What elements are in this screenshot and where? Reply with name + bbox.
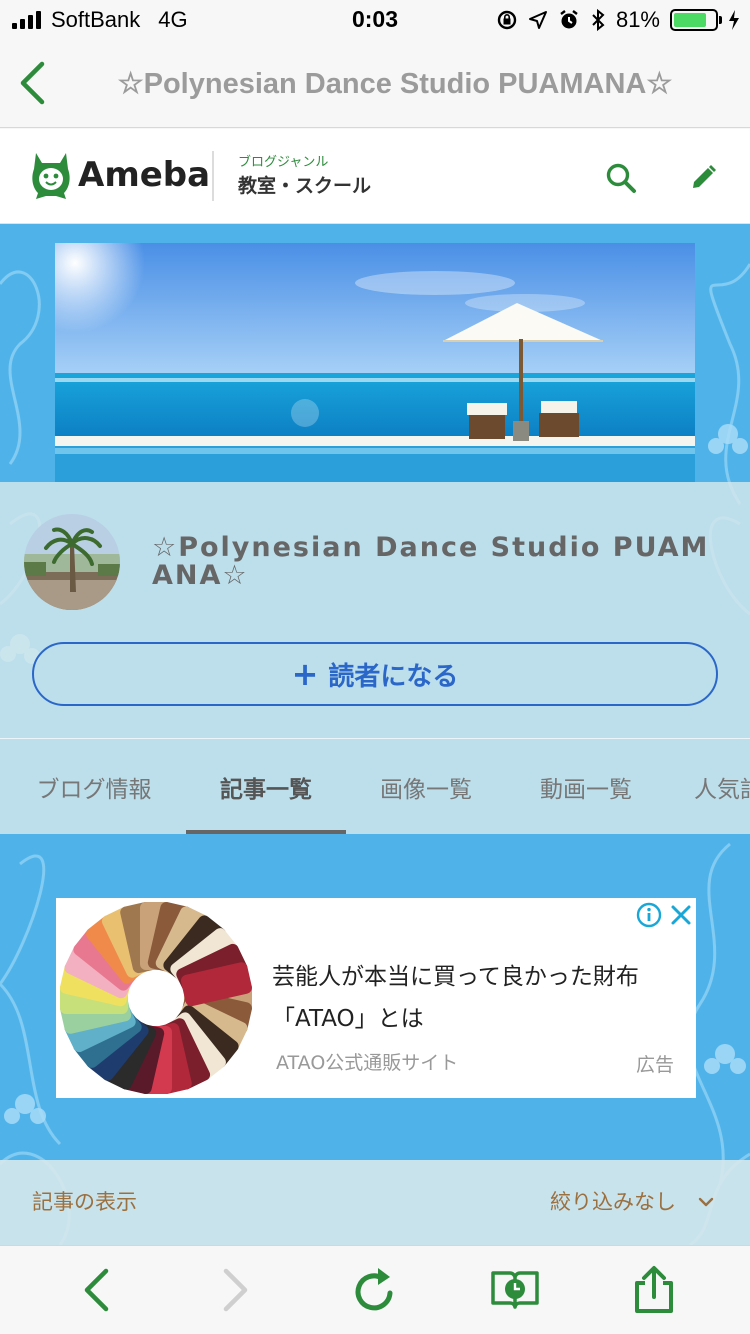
blog-title: ☆Polynesian Dance Studio PUAMANA☆ (152, 532, 710, 591)
ad-label: 広告 (635, 1054, 674, 1076)
genre-value[interactable]: 教室・スクール (238, 171, 371, 198)
rotation-lock-icon (497, 10, 517, 30)
reload-button[interactable] (347, 1260, 403, 1320)
ad-banner[interactable]: 芸能人が本当に買って良かった財布「ATAO」とは ATAO公式通販サイト 広告 (56, 898, 696, 1098)
battery-percent: 81% (615, 7, 660, 32)
alarm-icon (560, 10, 578, 29)
blog-area: ☆Polynesian Dance Studio PUAMANA☆ + 読者にな… (0, 224, 750, 1245)
blog-tabs: ブログ情報 記事一覧 画像一覧 動画一覧 人気記 (0, 739, 750, 834)
search-icon (606, 163, 636, 193)
tab-image-list[interactable]: 画像一覧 (350, 739, 502, 834)
tab-video-list[interactable]: 動画一覧 (510, 739, 662, 834)
history-button[interactable] (487, 1260, 543, 1320)
palm-tree-image (24, 514, 120, 610)
browser-title-bar: ☆Polynesian Dance Studio PUAMANA☆ (0, 40, 750, 128)
search-button[interactable] (600, 157, 642, 199)
back-button[interactable] (14, 58, 50, 108)
follow-button[interactable]: + 読者になる (32, 642, 718, 706)
chevron-right-icon (223, 1268, 248, 1312)
toolbar-back-button[interactable] (68, 1260, 124, 1320)
signal-icon (12, 11, 41, 29)
location-icon (528, 11, 547, 29)
beach-umbrella-image (55, 243, 695, 482)
ad-info-icon[interactable] (636, 902, 662, 928)
article-filter-bar[interactable]: 記事の表示 絞り込みなし (0, 1160, 750, 1245)
ad-source: ATAO公式通販サイト (276, 1052, 459, 1074)
book-clock-icon (491, 1271, 539, 1309)
share-button[interactable] (626, 1260, 682, 1320)
filter-value[interactable]: 絞り込みなし (550, 1186, 676, 1216)
tab-article-list[interactable]: 記事一覧 (186, 739, 346, 834)
browser-toolbar (0, 1245, 750, 1334)
header-divider (212, 151, 214, 201)
bluetooth-icon (592, 8, 605, 32)
tab-blog-info[interactable]: ブログ情報 (16, 739, 172, 834)
filter-label: 記事の表示 (32, 1190, 137, 1214)
status-bar: SoftBank 4G 0:03 81% (0, 0, 750, 40)
plus-icon: + (291, 655, 319, 693)
battery-icon (670, 9, 722, 31)
genre-label: ブログジャンル (238, 155, 329, 170)
tab-popular-articles[interactable]: 人気記 (694, 739, 750, 834)
blog-avatar[interactable] (24, 514, 120, 610)
ad-headline[interactable]: 芸能人が本当に買って良かった財布「ATAO」とは (272, 956, 682, 1040)
ad-close-icon[interactable] (668, 902, 694, 928)
page-title: ☆Polynesian Dance Studio PUAMANA☆ (117, 68, 673, 100)
ameba-logo-text: Ameba (78, 155, 211, 195)
charging-icon (729, 10, 739, 30)
follow-button-label: 読者になる (328, 661, 459, 692)
ameba-header: Ameba ブログジャンル 教室・スクール (0, 129, 750, 224)
wallet-ring-image (60, 902, 252, 1094)
chevron-left-icon (84, 1268, 109, 1312)
network-type: 4G (158, 7, 188, 32)
carrier-name: SoftBank (51, 7, 141, 32)
pencil-icon (693, 165, 716, 188)
toolbar-forward-button[interactable] (208, 1260, 264, 1320)
status-left: SoftBank 4G (12, 6, 188, 34)
status-right: 81% (496, 6, 740, 34)
active-tab-indicator (186, 830, 346, 834)
chevron-down-icon[interactable] (694, 1190, 718, 1214)
battery-level (674, 13, 707, 27)
blog-header-banner (55, 243, 695, 482)
chevron-left-icon (20, 61, 45, 105)
profile-panel: ☆Polynesian Dance Studio PUAMANA☆ + 読者にな… (0, 482, 750, 834)
ameba-mascot-icon (32, 153, 70, 199)
share-icon (635, 1266, 673, 1313)
reload-icon (355, 1268, 393, 1311)
write-post-button[interactable] (682, 157, 724, 199)
ameba-logo[interactable]: Ameba (30, 149, 210, 201)
